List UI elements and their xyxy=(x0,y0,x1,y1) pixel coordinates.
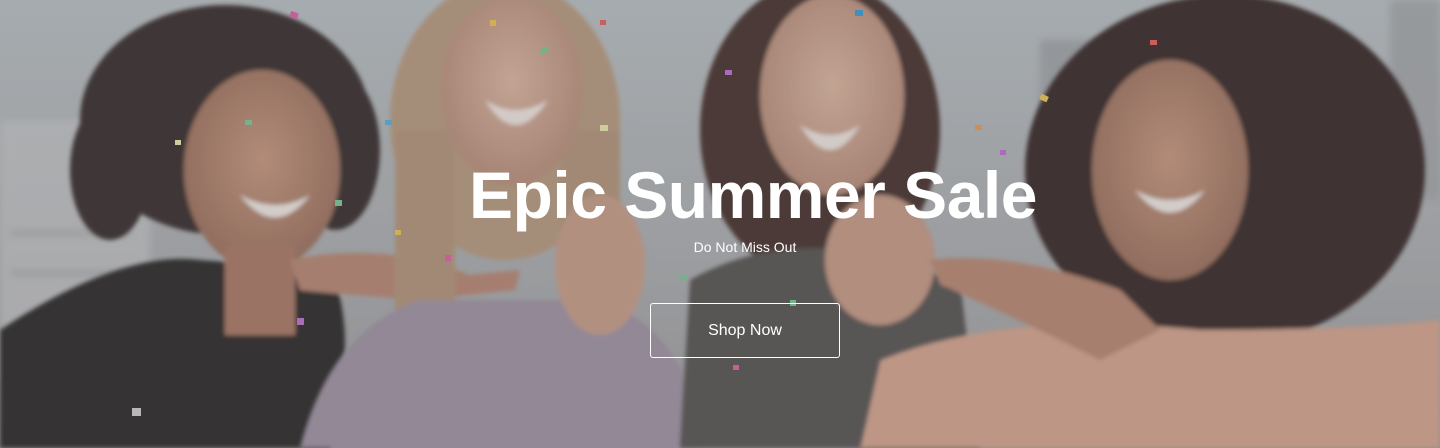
hero-subtitle: Do Not Miss Out xyxy=(693,239,797,255)
shop-now-button[interactable]: Shop Now xyxy=(650,303,840,358)
hero-title: Epic Summer Sale xyxy=(469,158,1037,232)
hero-content: Epic Summer Sale Do Not Miss Out Shop No… xyxy=(0,0,1440,448)
hero-banner: Epic Summer Sale Do Not Miss Out Shop No… xyxy=(0,0,1440,448)
